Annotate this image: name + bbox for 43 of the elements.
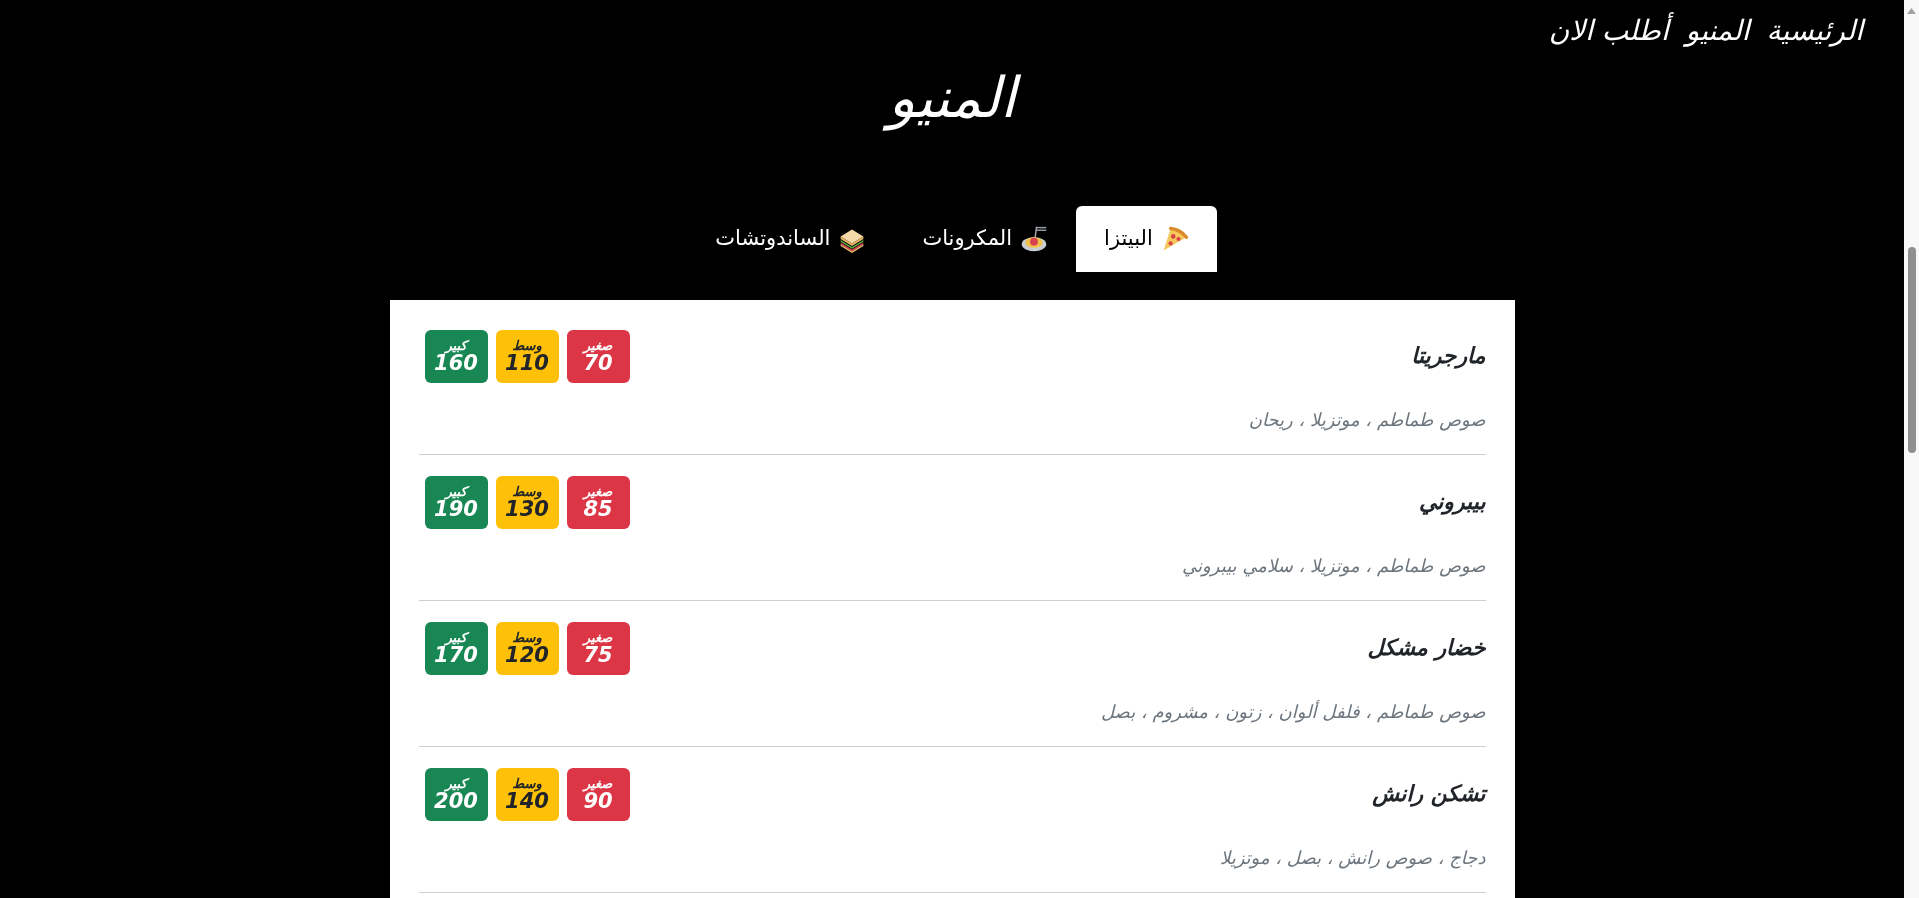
size-label: كبير <box>443 630 469 645</box>
size-label: صغير <box>581 484 614 499</box>
page-title: المنيو <box>0 65 1904 131</box>
nav-link[interactable]: أطلب الان <box>1541 11 1673 51</box>
size-label: كبير <box>443 776 469 791</box>
item-description: صوص طماطم ، فلفل ألوان ، زتون ، مشروم ، بصل <box>1099 699 1486 725</box>
size-label: كبير <box>443 484 469 499</box>
price-value: 190 <box>433 498 479 521</box>
size-label: صغير <box>581 338 614 353</box>
size-label: وسط <box>511 338 543 353</box>
size-label: كبير <box>443 338 469 353</box>
item-description: دجاج ، صوص رانش ، بصل ، موتزيلا <box>1218 846 1486 871</box>
size-label: صغير <box>581 630 614 645</box>
price-value: 200 <box>433 790 479 813</box>
size-label: وسط <box>511 484 543 499</box>
nav-link[interactable]: المنيو <box>1678 11 1754 51</box>
price-value: 120 <box>504 644 550 667</box>
price-value: 160 <box>433 352 479 375</box>
price-value: 140 <box>504 790 550 813</box>
spaghetti-plate-icon <box>1020 225 1049 253</box>
item-name: خضار مشكل <box>1366 634 1486 663</box>
price-value: 85 <box>581 498 614 521</box>
price-value: 110 <box>504 352 550 375</box>
item-name: بيبروني <box>1417 488 1486 517</box>
size-label: وسط <box>511 776 543 791</box>
scroll-up-icon[interactable] <box>1907 8 1916 14</box>
size-label: صغير <box>581 776 614 791</box>
scrollbar-track[interactable] <box>1904 0 1919 898</box>
category-tab[interactable]: الساندوتشات <box>687 206 895 272</box>
item-name: مارجريتا <box>1410 342 1486 371</box>
price-value: 130 <box>504 498 550 521</box>
scrollbar-thumb[interactable] <box>1907 247 1916 453</box>
category-tab[interactable]: البيتزا <box>1076 206 1217 272</box>
nav-link[interactable]: الرئيسية <box>1759 11 1867 51</box>
price-value: 70 <box>581 352 614 375</box>
item-name: تشكن رانش <box>1371 780 1486 809</box>
category-tab[interactable]: المكرونات <box>894 206 1077 272</box>
item-description: صوص طماطم ، موتزيلا ، ريحان <box>1247 408 1486 433</box>
price-value: 170 <box>433 644 479 667</box>
price-value: 90 <box>581 790 614 813</box>
size-label: وسط <box>511 630 543 645</box>
price-value: 75 <box>581 644 614 667</box>
item-description: صوص طماطم ، موتزيلا ، سلامي بيبروني <box>1181 554 1486 579</box>
